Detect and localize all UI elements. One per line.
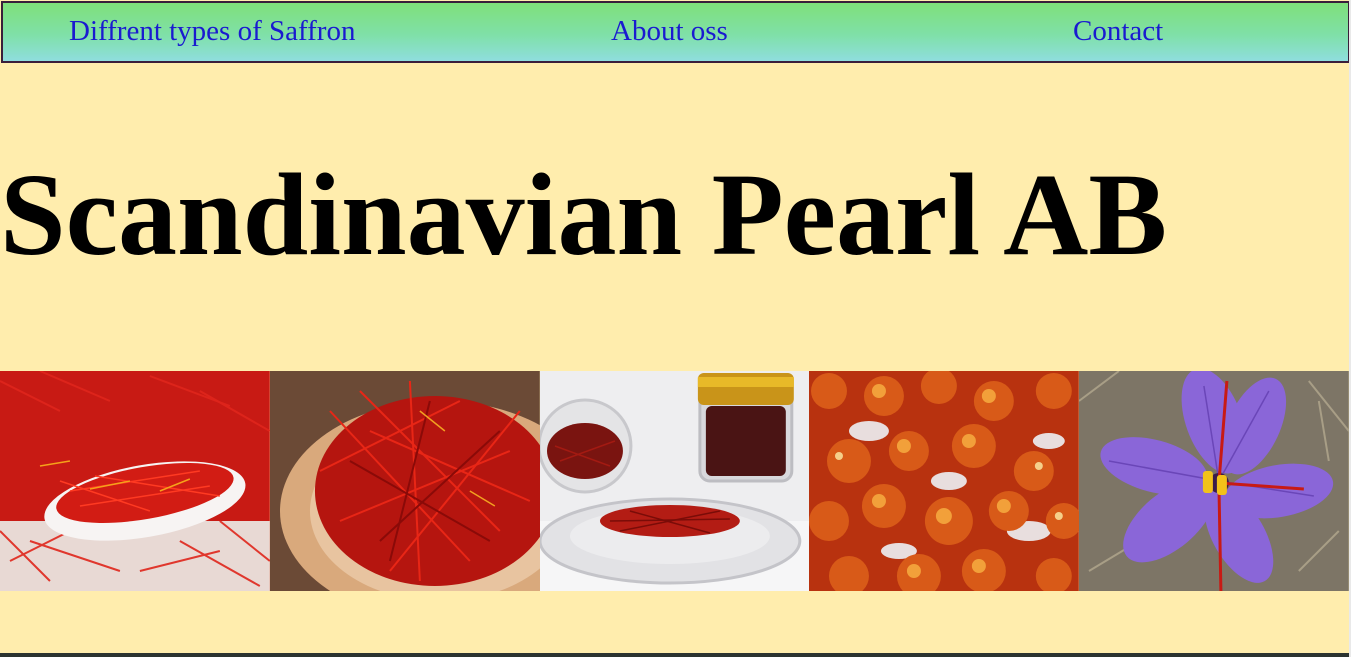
page-title: Scandinavian Pearl AB [0, 149, 1168, 280]
nav-link-about[interactable]: About oss [611, 15, 728, 48]
photo-saffron-bundles [809, 371, 1080, 591]
photo-saffron-wooden-plate [269, 371, 540, 591]
photo-crocus-flower [1079, 371, 1349, 591]
nav-link-saffron-types[interactable]: Diffrent types of Saffron [69, 15, 355, 48]
bottom-border [0, 653, 1351, 657]
nav-link-contact[interactable]: Contact [1073, 15, 1163, 48]
top-navigation-bar: Diffrent types of Saffron About oss Cont… [1, 1, 1350, 63]
page: Diffrent types of Saffron About oss Cont… [0, 0, 1351, 657]
photo-saffron-bowl [0, 371, 270, 591]
photo-saffron-glass-jars [539, 371, 810, 591]
photo-gallery [0, 371, 1349, 591]
